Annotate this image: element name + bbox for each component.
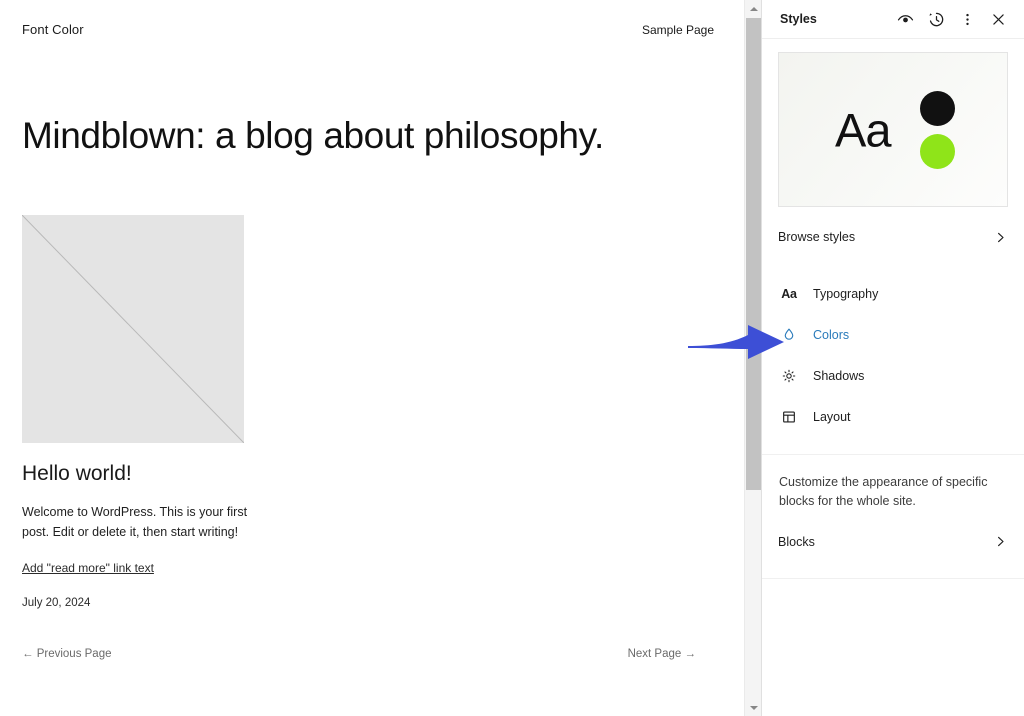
shadow-sun-icon: [778, 368, 800, 384]
site-title: Font Color: [22, 22, 84, 37]
blocks-label: Blocks: [778, 534, 815, 549]
post-date: July 20, 2024: [22, 597, 91, 610]
sidebar-divider-bottom: [762, 577, 1024, 579]
browse-styles-label: Browse styles: [778, 230, 856, 244]
sidebar-item-typography-label: Typography: [813, 286, 879, 301]
typography-aa-icon: Aa: [781, 286, 797, 301]
scroll-down-button[interactable]: [745, 699, 762, 716]
sidebar-item-shadows[interactable]: Shadows: [762, 355, 1024, 396]
eye-icon: [897, 14, 914, 22]
styles-menu: Aa Typography Colors Shadows Layout: [762, 259, 1024, 437]
next-page-label: Next Page: [627, 648, 682, 660]
scroll-down-arrow-icon: [749, 705, 758, 710]
sidebar-item-layout[interactable]: Layout: [762, 396, 1024, 437]
scroll-up-button[interactable]: [745, 0, 762, 17]
more-options-vertical-dots-icon: [966, 13, 969, 25]
hero-section: Mindblown: a blog about philosophy.: [0, 37, 744, 158]
style-preview-card[interactable]: Aa: [778, 52, 1008, 207]
color-droplet-icon: [778, 327, 800, 343]
wordpress-site-editor: Font Color Sample Page Mindblown: a blog…: [0, 0, 1024, 716]
sidebar-item-layout-label: Layout: [813, 409, 851, 424]
scroll-up-arrow-icon: [749, 6, 758, 11]
chevron-right-icon: [993, 534, 1008, 549]
site-header: Font Color Sample Page: [0, 0, 744, 37]
styles-sidebar-header: Styles: [762, 0, 1024, 39]
pagination: ← Previous Page Next Page →: [0, 648, 726, 660]
placeholder-diagonal-icon: [22, 214, 244, 443]
blocks-row[interactable]: Blocks: [762, 520, 1024, 564]
sidebar-item-typography[interactable]: Aa Typography: [762, 273, 1024, 314]
revisions-clock-icon-button[interactable]: [921, 4, 952, 35]
style-preview-palette: [920, 90, 955, 169]
sidebar-item-colors-label: Colors: [813, 327, 850, 342]
eye-icon-button[interactable]: [890, 4, 921, 35]
previous-page-label: Previous Page: [36, 648, 112, 660]
arrow-right-icon: →: [684, 648, 697, 660]
style-preview-sample-text: Aa: [835, 103, 891, 156]
revisions-clock-icon: [929, 12, 944, 26]
chevron-right-icon: [993, 230, 1008, 245]
nav-link-sample-page[interactable]: Sample Page: [642, 23, 714, 37]
palette-dot-accent: [920, 133, 955, 169]
sidebar-item-shadows-label: Shadows: [813, 368, 865, 383]
browse-styles-row[interactable]: Browse styles: [762, 215, 1024, 259]
blocks-description: Customize the appearance of specific blo…: [779, 475, 988, 508]
post-excerpt: Welcome to WordPress. This is your first…: [22, 504, 248, 539]
scrollbar-thumb[interactable]: [746, 18, 761, 490]
site-preview-canvas: Font Color Sample Page Mindblown: a blog…: [0, 0, 744, 716]
styles-panel-title: Styles: [780, 12, 817, 26]
hero-heading: Mindblown: a blog about philosophy.: [22, 115, 604, 156]
previous-page-link[interactable]: ← Previous Page: [22, 648, 112, 660]
canvas-scrollbar[interactable]: [744, 0, 762, 716]
read-more-link[interactable]: Add "read more" link text: [22, 561, 154, 575]
arrow-left-icon: ←: [22, 648, 34, 660]
post-title[interactable]: Hello world!: [22, 462, 722, 486]
post-thumbnail-placeholder[interactable]: [22, 214, 244, 443]
more-options-icon-button[interactable]: [952, 4, 983, 35]
palette-dot-dark: [920, 90, 955, 126]
post-entry: Hello world! Welcome to WordPress. This …: [0, 158, 744, 610]
next-page-link[interactable]: Next Page →: [628, 648, 696, 660]
close-icon: [993, 13, 1004, 25]
styles-sidebar: Styles Aa Browse styles Aa Typography Co…: [761, 0, 1024, 716]
close-button[interactable]: [983, 4, 1014, 35]
sidebar-item-colors[interactable]: Colors: [762, 314, 1024, 355]
layout-icon: [778, 409, 800, 425]
